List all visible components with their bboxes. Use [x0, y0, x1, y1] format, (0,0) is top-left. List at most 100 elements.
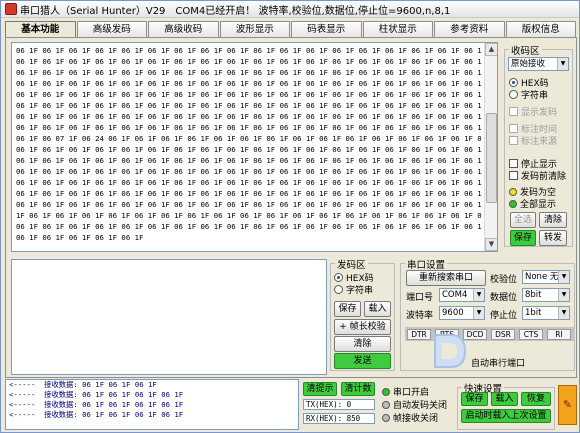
indicator-show-all: 全部显示	[509, 197, 556, 210]
tab-code-table[interactable]: 码表显示	[291, 21, 362, 37]
status-auto-send: 自动发码关闭	[382, 398, 447, 411]
radio-recv-char[interactable]: 字符串	[509, 88, 548, 101]
chevron-down-icon: ▼	[557, 58, 568, 70]
radio-send-char-label: 字符串	[346, 286, 374, 296]
receive-line: 06 1F 06 1F 06 1F 06 1F 06 1F 06 1F 06 1…	[16, 222, 482, 231]
receive-line: 06 1F 06 1F 06 1F 06 1F 06 1F 06 1F 06 1…	[16, 46, 482, 55]
save-send-button[interactable]: 保存	[334, 301, 361, 317]
scroll-down-icon[interactable]: ▼	[485, 238, 497, 251]
app-icon	[5, 3, 17, 15]
checkbox-box	[509, 124, 518, 133]
quick-load-button[interactable]: 载入	[491, 392, 518, 406]
signal-dtr[interactable]: DTR	[407, 329, 431, 340]
clear-hint-button[interactable]: 清提示	[303, 382, 337, 396]
receive-line: 1F 06 1F 06 1F 06 1F 06 1F 06 1F 06 1F 0…	[16, 211, 482, 220]
auto-serial-label: 自动串行端口	[471, 359, 526, 369]
receive-line: 06 1F 06 1F 06 1F 06 1F 06 1F 06 1F 06 1…	[16, 200, 482, 209]
signal-ri: RI	[547, 329, 571, 340]
clear-receive-button[interactable]: 清除	[539, 212, 567, 228]
tab-copyright[interactable]: 版权信息	[505, 21, 576, 37]
radio-dot	[334, 285, 343, 294]
radio-recv-char-label: 字符串	[521, 91, 549, 101]
receive-line: 06 1F 06 1F 06 1F 06 1F 06 1F 06 1F 06 1…	[16, 68, 482, 77]
checksum-button[interactable]: + 帧长校验	[334, 319, 391, 335]
tool-icon[interactable]: ✎	[558, 385, 577, 425]
clear-send-button[interactable]: 清除	[334, 336, 391, 352]
tab-advanced-receive[interactable]: 高级收码	[148, 21, 219, 37]
select-all-button[interactable]: 全选	[510, 212, 536, 228]
receive-line: 06 1F 06 1F 06 1F 06 1F 06 1F 06 1F 06 1…	[16, 123, 482, 132]
baud-label: 波特率	[406, 311, 434, 321]
receive-line: 06 1F 06 1F 06 1F 06 1F 06 1F 06 1F 06 1…	[16, 112, 482, 121]
check-clear-before-send-label: 发码前清除	[521, 172, 567, 182]
databits-select[interactable]: 8bit ▼	[522, 288, 570, 302]
scroll-thumb[interactable]	[486, 113, 497, 203]
send-button[interactable]: 发送	[334, 353, 391, 369]
tab-advanced-send[interactable]: 高级发码	[76, 21, 147, 37]
tab-waveform[interactable]: 波形显示	[219, 21, 290, 37]
radio-dot	[334, 273, 343, 282]
check-clear-before-send[interactable]: 发码前清除	[509, 169, 566, 182]
check-show-sendcode[interactable]: 显示发码	[509, 105, 557, 118]
receive-line: 06 1F 06 1F 06 1F 06 1F 06 1F 06 1F 06 1…	[16, 145, 482, 154]
checkbox-box	[509, 159, 518, 168]
radio-send-char[interactable]: 字符串	[334, 283, 373, 296]
tab-bar-chart[interactable]: 柱状显示	[362, 21, 433, 37]
receive-panel-title: 收码区	[509, 43, 542, 57]
quick-restore-button[interactable]: 恢复	[521, 392, 551, 406]
port-value: COM4	[442, 290, 468, 300]
yellow-led-icon	[509, 187, 517, 196]
history-list[interactable]: <----- 接收数据: 06 1F 06 1F 06 1F <----- 接收数…	[5, 379, 299, 430]
rx-counter: RX(HEX): 850	[303, 413, 375, 424]
check-show-sendcode-label: 显示发码	[521, 108, 558, 118]
forward-button[interactable]: 转发	[539, 230, 567, 246]
scroll-up-icon[interactable]: ▲	[485, 43, 497, 56]
tab-bar: 基本功能 高级发码 高级收码 波形显示 码表显示 柱状显示 参考资料 版权信息	[5, 21, 577, 39]
parity-select[interactable]: None 无 ▼	[522, 270, 570, 284]
chevron-down-icon: ▼	[558, 289, 569, 301]
rescan-ports-button[interactable]: 重新搜索串口	[406, 270, 486, 286]
status-frame-recv-label: 帧接收关闭	[393, 414, 439, 424]
chevron-down-icon: ▼	[473, 289, 484, 301]
green-led-icon	[382, 387, 390, 396]
save-receive-button[interactable]: 保存	[510, 230, 536, 246]
checkbox-box	[509, 136, 518, 145]
load-send-button[interactable]: 载入	[364, 301, 391, 317]
receive-line: 06 1F 06 07 1F 06 24 06 1F 06 1F 06 1F 0…	[16, 134, 482, 143]
serial-settings-title: 串口设置	[405, 257, 448, 271]
check-mark-source[interactable]: 标注来源	[509, 134, 557, 147]
receive-textarea[interactable]: 06 1F 06 1F 06 1F 06 1F 06 1F 06 1F 06 1…	[11, 42, 498, 252]
quick-save-button[interactable]: 保存	[461, 392, 488, 406]
stopbits-label: 停止位	[490, 311, 518, 321]
stopbits-select[interactable]: 1bit ▼	[522, 306, 570, 320]
receive-scrollbar[interactable]: ▲ ▼	[484, 43, 497, 251]
baud-select[interactable]: 9600 ▼	[439, 306, 485, 320]
stopbits-value: 1bit	[525, 308, 542, 318]
status-port-open: 串口开启	[382, 385, 429, 398]
port-select[interactable]: COM4 ▼	[439, 288, 485, 302]
title-bar: 串口猎人（Serial Hunter）V29 COM4已经开启！ 波特率,校验位…	[1, 1, 579, 18]
checkbox-box	[509, 107, 518, 116]
receive-line: 06 1F 06 1F 06 1F 06 1F 06 1F 06 1F 06 1…	[16, 79, 482, 88]
history-line: <----- 接收数据: 06 1F 06 1F 06 1F	[9, 380, 157, 389]
load-last-settings-button[interactable]: 启动时载入上次设置	[461, 409, 551, 423]
chevron-down-icon: ▼	[473, 307, 484, 319]
history-line: <----- 接收数据: 06 1F 06 1F 06 1F 06 1F	[9, 410, 184, 419]
receive-lines: 06 1F 06 1F 06 1F 06 1F 06 1F 06 1F 06 1…	[16, 45, 482, 243]
history-line: <----- 接收数据: 06 1F 06 1F 06 1F 06 1F	[9, 390, 184, 399]
chevron-down-icon: ▼	[558, 307, 569, 319]
receive-mode-value: 原始接收	[511, 59, 546, 69]
status-port-open-label: 串口开启	[393, 388, 430, 398]
tab-reference[interactable]: 参考资料	[434, 21, 505, 37]
databits-value: 8bit	[525, 290, 542, 300]
parity-label: 校验位	[490, 275, 518, 285]
receive-mode-select[interactable]: 原始接收 ▼	[508, 57, 569, 71]
window-title: 串口猎人（Serial Hunter）V29	[20, 5, 166, 17]
clear-count-button[interactable]: 清计数	[341, 382, 375, 396]
send-textarea[interactable]	[11, 259, 327, 375]
gray-led-icon	[382, 400, 390, 409]
radio-dot	[509, 78, 518, 87]
status-auto-send-label: 自动发码关闭	[393, 401, 448, 411]
databits-label: 数据位	[490, 293, 518, 303]
main-window: 串口猎人（Serial Hunter）V29 COM4已经开启！ 波特率,校验位…	[0, 0, 580, 433]
